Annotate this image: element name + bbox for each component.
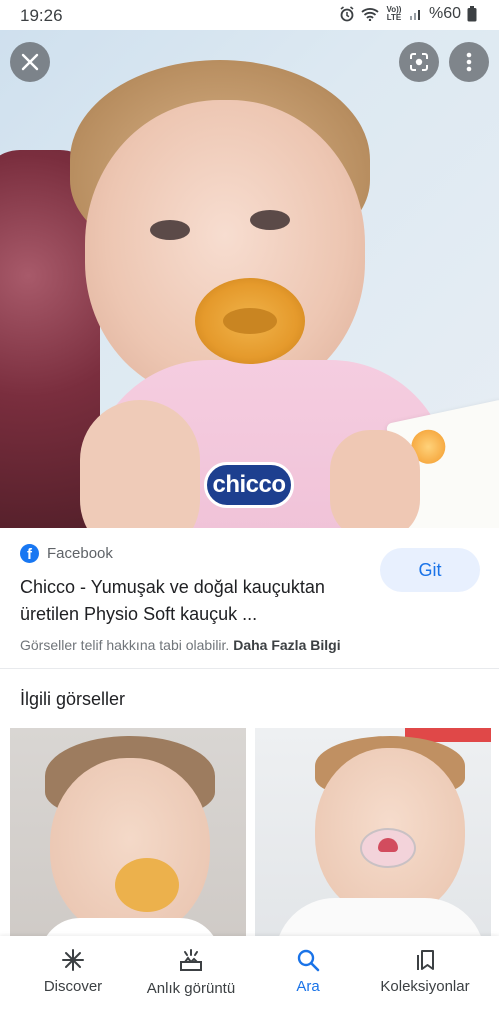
result-title[interactable]: Chicco - Yumuşak ve doğal kauçuktan üret… <box>20 574 370 628</box>
battery-icon <box>467 6 477 22</box>
thumb-pacifier <box>360 828 416 868</box>
nav-discover[interactable]: Discover <box>36 948 110 995</box>
pacifier <box>195 278 305 364</box>
volte-icon: Vo)) LTE <box>386 5 402 22</box>
visit-button[interactable]: Git <box>380 548 480 592</box>
nav-snapshot[interactable]: Anlık görüntü <box>140 948 242 997</box>
status-time: 19:26 <box>20 6 63 25</box>
wifi-icon <box>361 7 379 21</box>
thumb-face <box>50 758 210 938</box>
facebook-icon: f <box>20 544 39 563</box>
nav-collections-label: Koleksiyonlar <box>380 978 470 995</box>
close-button[interactable] <box>10 42 50 82</box>
baby-eye-left <box>150 220 190 240</box>
related-image-1[interactable] <box>10 728 246 948</box>
more-vert-icon <box>466 52 472 72</box>
nav-snapshot-label: Anlık görüntü <box>146 980 236 997</box>
more-options-button[interactable] <box>449 42 489 82</box>
nav-search[interactable]: Ara <box>288 948 328 995</box>
collections-icon <box>417 950 434 970</box>
source-row[interactable]: f Facebook <box>20 544 113 563</box>
thumb-pacifier <box>115 858 179 912</box>
signal-icon <box>409 7 423 21</box>
snapshot-icon <box>180 949 202 971</box>
bottom-nav: Discover Anlık görüntü Ara Koleksiyonlar <box>0 936 499 1024</box>
more-info-link[interactable]: Daha Fazla Bilgi <box>233 637 340 653</box>
copyright-text: Görseller telif hakkına tabi olabilir. <box>20 637 230 653</box>
copyright-notice: Görseller telif hakkına tabi olabilir. D… <box>20 637 341 653</box>
alarm-icon <box>339 6 355 22</box>
lens-icon <box>410 53 428 71</box>
lens-button[interactable] <box>399 42 439 82</box>
status-icons: Vo)) LTE %60 <box>339 5 477 23</box>
nav-collections[interactable]: Koleksiyonlar <box>372 948 478 995</box>
baby-arm <box>80 400 200 528</box>
battery-text: %60 <box>428 5 461 22</box>
nav-discover-label: Discover <box>43 978 103 995</box>
related-image-2[interactable] <box>255 728 491 948</box>
preview-image[interactable] <box>0 30 499 528</box>
source-name: Facebook <box>47 545 113 562</box>
divider <box>0 668 499 669</box>
asterisk-icon <box>62 949 84 971</box>
baby-hand <box>330 430 420 528</box>
related-images-title: İlgili görseller <box>20 689 126 709</box>
close-icon <box>21 53 39 71</box>
nav-search-label: Ara <box>296 978 320 995</box>
status-bar: 19:26 Vo)) LTE %60 <box>0 0 499 30</box>
baby-eye-right <box>250 210 290 230</box>
chicco-logo: chicco <box>204 462 294 508</box>
search-icon <box>297 949 320 972</box>
